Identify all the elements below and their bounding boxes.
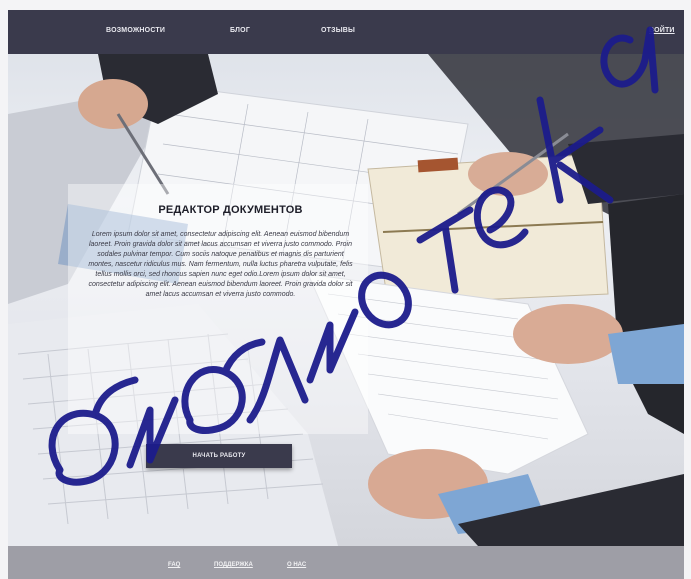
page-frame: ВОЗМОЖНОСТИ БЛОГ ОТЗЫВЫ ВОЙТИ РЕДАКТОР Д…	[0, 0, 691, 579]
start-work-button[interactable]: НАЧАТЬ РАБОТУ	[146, 444, 292, 468]
footer-link-support[interactable]: ПОДДЕРЖКА	[214, 562, 253, 568]
footer-link-faq[interactable]: FAQ	[168, 562, 180, 568]
login-link[interactable]: ВОЙТИ	[649, 27, 675, 34]
top-navigation-bar: ВОЗМОЖНОСТИ БЛОГ ОТЗЫВЫ ВОЙТИ	[8, 10, 684, 54]
hero-title: РЕДАКТОР ДОКУМЕНТОВ	[158, 204, 303, 216]
footer-link-about[interactable]: О НАС	[287, 562, 306, 568]
hero-background-photo	[8, 54, 684, 546]
nav-link-reviews[interactable]: ОТЗЫВЫ	[321, 27, 355, 34]
hero-text-block: РЕДАКТОР ДОКУМЕНТОВ Lorem ipsum dolor si…	[88, 204, 353, 300]
hero-description: Lorem ipsum dolor sit amet, consectetur …	[88, 231, 353, 298]
hero-section: РЕДАКТОР ДОКУМЕНТОВ Lorem ipsum dolor si…	[8, 54, 684, 546]
footer-bar: FAQ ПОДДЕРЖКА О НАС	[8, 546, 684, 579]
nav-link-features[interactable]: ВОЗМОЖНОСТИ	[106, 27, 165, 34]
nav-link-blog[interactable]: БЛОГ	[230, 27, 250, 34]
